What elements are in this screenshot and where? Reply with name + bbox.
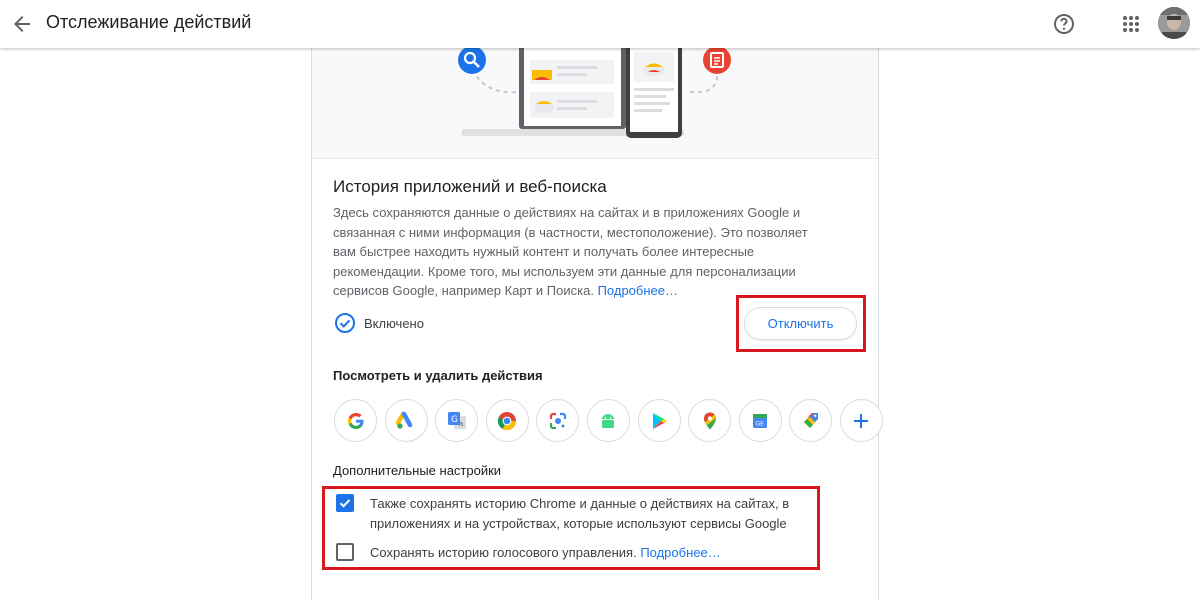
- learn-more-link[interactable]: Подробнее…: [598, 283, 678, 298]
- google-ads-icon[interactable]: [384, 399, 428, 442]
- voice-history-label: Сохранять историю голосового управления.: [370, 545, 637, 560]
- help-icon: [1054, 14, 1074, 34]
- svg-text:a: a: [459, 420, 463, 428]
- avatar[interactable]: [1158, 7, 1190, 39]
- google-maps-icon[interactable]: [688, 399, 732, 442]
- google-news-icon[interactable]: GE: [738, 399, 782, 442]
- add-app-button[interactable]: [839, 399, 883, 442]
- turn-off-button[interactable]: Отключить: [744, 307, 857, 340]
- voice-learn-more-link[interactable]: Подробнее…: [640, 545, 720, 560]
- voice-history-text: Сохранять историю голосового управления.…: [370, 543, 721, 563]
- description-text: Здесь сохраняются данные о действиях на …: [333, 205, 808, 298]
- google-play-icon[interactable]: [637, 399, 681, 442]
- android-icon[interactable]: [586, 399, 630, 442]
- add-icon: [854, 413, 869, 428]
- chrome-history-label: Также сохранять историю Chrome и данные …: [370, 496, 790, 531]
- google-translate-icon[interactable]: G a: [435, 399, 479, 442]
- status-indicator: Включено: [334, 312, 424, 334]
- svg-text:GE: GE: [756, 420, 765, 427]
- top-app-bar: Отслеживание действий: [0, 0, 1200, 48]
- check-circle-icon: [335, 313, 355, 333]
- back-button[interactable]: [4, 6, 40, 42]
- apps-button[interactable]: [1113, 6, 1149, 42]
- arrow-back-icon: [14, 16, 30, 32]
- review-section-title: Посмотреть и удалить действия: [333, 368, 543, 383]
- status-text: Включено: [364, 315, 424, 331]
- activity-illustration: [312, 40, 878, 159]
- chrome-icon[interactable]: [485, 399, 529, 442]
- activity-card: История приложений и веб-поиска Здесь со…: [311, 40, 883, 600]
- chrome-history-checkbox[interactable]: [336, 494, 354, 512]
- voice-history-checkbox[interactable]: [336, 543, 354, 561]
- check-icon: [339, 499, 351, 508]
- google-shopping-icon[interactable]: [789, 399, 833, 442]
- section-title: История приложений и веб-поиска: [333, 177, 607, 196]
- voice-history-option: Сохранять историю голосового управления.…: [336, 543, 721, 563]
- profile-photo-icon: [1158, 7, 1190, 39]
- app-activity-list: G a GE: [334, 399, 891, 442]
- help-button[interactable]: [1046, 6, 1082, 42]
- additional-settings-title: Дополнительные настройки: [333, 463, 502, 478]
- apps-grid-icon: [1123, 16, 1139, 32]
- page-title: Отслеживание действий: [46, 12, 252, 32]
- activity-description: Здесь сохраняются данные о действиях на …: [333, 203, 833, 301]
- google-icon[interactable]: [334, 399, 377, 442]
- chrome-history-option: Также сохранять историю Chrome и данные …: [336, 494, 800, 533]
- google-lens-icon[interactable]: [536, 399, 580, 442]
- svg-text:G: G: [451, 415, 458, 425]
